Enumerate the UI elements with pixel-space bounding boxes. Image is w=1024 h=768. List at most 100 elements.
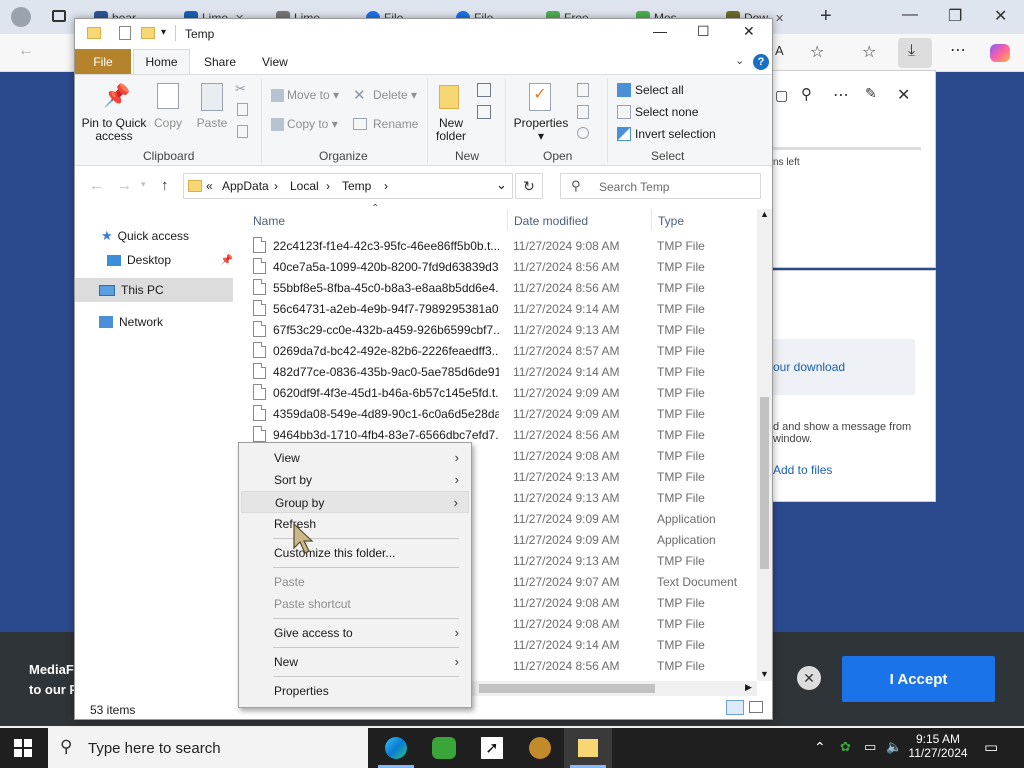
menu-item-view[interactable]: View ›	[241, 447, 469, 469]
copy-button[interactable]: Copy	[151, 117, 185, 130]
shortcut-app-icon[interactable]: ➚	[468, 728, 516, 768]
paste-shortcut-icon[interactable]	[237, 125, 248, 138]
menu-item-sort-by[interactable]: Sort by ›	[241, 469, 469, 491]
menu-item-customize[interactable]: Customize this folder...	[241, 542, 469, 564]
breadcrumb-local[interactable]: Local	[290, 179, 319, 193]
close-panel-icon[interactable]: ✕	[897, 85, 910, 105]
nav-item-network[interactable]: Network	[75, 310, 233, 334]
more-icon[interactable]: ⋯	[950, 40, 966, 60]
green-app-icon[interactable]	[420, 728, 468, 768]
file-row[interactable]: 0269da7d-bc42-492e-82b6-2226feaedff3....…	[247, 340, 762, 361]
paste-button[interactable]: Paste	[193, 117, 231, 130]
new-tab-button[interactable]: +	[820, 5, 832, 28]
taskbar-search[interactable]: ⚲ Type here to search	[48, 728, 368, 768]
title-bar[interactable]: ▾ Temp — ☐ ✕	[75, 19, 772, 49]
clock[interactable]: 9:15 AM 11/27/2024	[906, 732, 970, 760]
nav-item-this-pc[interactable]: This PC	[75, 278, 233, 302]
profile-avatar[interactable]	[11, 7, 31, 27]
search-box[interactable]: ⚲ Search Temp	[560, 173, 761, 199]
menu-item-properties[interactable]: Properties	[241, 680, 469, 702]
breadcrumb-temp[interactable]: Temp	[342, 179, 371, 193]
file-row[interactable]: 0620df9f-4f3e-45d1-b46a-6b57c145e5fd.t..…	[247, 382, 762, 403]
tab-file[interactable]: File	[75, 49, 131, 74]
file-row[interactable]: 482d77ce-0836-435b-9ac0-5ae785d6de91....…	[247, 361, 762, 382]
tab-home[interactable]: Home	[133, 49, 190, 74]
more-options-icon[interactable]: ⋯	[833, 85, 849, 105]
copilot-icon[interactable]	[990, 44, 1010, 62]
restore-browser-icon[interactable]: ❐	[948, 6, 962, 26]
close-browser-icon[interactable]: ✕	[994, 6, 1007, 26]
close-tab-icon[interactable]: ✕	[775, 12, 784, 25]
nav-item-quick-access[interactable]: ★ Quick access	[75, 224, 233, 248]
copy-to-button[interactable]: Copy to ▾	[287, 118, 338, 131]
column-divider[interactable]	[507, 209, 508, 231]
copy-path-icon[interactable]	[237, 103, 248, 116]
file-row[interactable]: 40ce7a5a-1099-420b-8200-7fd9d63839d3....…	[247, 256, 762, 277]
cookie-close-button[interactable]: ✕	[797, 666, 821, 690]
notifications-icon[interactable]: ▭	[984, 738, 998, 756]
tab-share[interactable]: Share	[204, 55, 236, 69]
address-bar[interactable]: « AppData › Local › Temp › ⌄	[183, 173, 513, 199]
minimize-browser-icon[interactable]: —	[902, 6, 918, 24]
new-folder-quick-icon[interactable]	[141, 27, 155, 39]
horizontal-scroll-thumb[interactable]	[479, 684, 655, 693]
search-downloads-icon[interactable]: ⚲	[801, 85, 812, 103]
refresh-button[interactable]: ↻	[515, 173, 543, 199]
customize-toolbar-icon[interactable]: ▾	[161, 27, 166, 38]
column-divider[interactable]	[651, 209, 652, 231]
back-arrow-icon[interactable]: ←	[89, 177, 104, 194]
menu-item-refresh[interactable]: Refresh	[241, 513, 469, 535]
file-row[interactable]: 56c64731-a2eb-4e9b-94f7-7989295381a0....…	[247, 298, 762, 319]
recent-locations-icon[interactable]: ▾	[141, 179, 146, 190]
back-icon[interactable]: ←	[18, 42, 34, 60]
menu-item-group-by[interactable]: Group by ›	[241, 491, 469, 513]
search-input[interactable]: Search Temp	[599, 180, 669, 194]
file-row[interactable]: 67f53c29-cc0e-432b-a459-926b6599cbf7....…	[247, 319, 762, 340]
cut-icon[interactable]: ✂	[235, 81, 246, 97]
edge-app-icon[interactable]	[372, 728, 420, 768]
file-row[interactable]: 55bbf8e5-8fba-45c0-b8a3-e8aa8b5dd6e4... 1…	[247, 277, 762, 298]
menu-item-new[interactable]: New ›	[241, 651, 469, 673]
tab-view[interactable]: View	[262, 55, 288, 69]
pin-icon[interactable]: ✎	[865, 85, 877, 102]
column-header-date[interactable]: Date modified	[514, 214, 588, 228]
move-to-button[interactable]: Move to ▾	[287, 89, 339, 102]
expand-ribbon-icon[interactable]: ⌄	[735, 54, 744, 67]
file-explorer-app-icon[interactable]	[564, 728, 612, 768]
invert-selection-button[interactable]: Invert selection	[635, 128, 716, 141]
edit-icon[interactable]	[577, 105, 589, 119]
open-icon[interactable]	[577, 83, 589, 97]
volume-icon[interactable]: 🔈	[886, 739, 902, 755]
up-arrow-icon[interactable]: ↑	[161, 177, 169, 194]
properties-quick-icon[interactable]	[119, 26, 131, 40]
easy-access-icon[interactable]	[477, 105, 491, 119]
forward-arrow-icon[interactable]: →	[117, 177, 132, 194]
new-item-icon[interactable]	[477, 83, 491, 97]
rename-button[interactable]: Rename	[373, 118, 418, 131]
details-view-icon[interactable]	[726, 700, 744, 715]
column-header-name[interactable]: Name	[253, 214, 285, 228]
add-to-files-link[interactable]: Add to files	[773, 463, 832, 477]
tray-app-icon[interactable]: ✿	[840, 739, 851, 755]
pin-to-quick-access-button[interactable]: Pin to Quick access	[81, 117, 147, 143]
properties-button[interactable]: Properties ▾	[513, 117, 569, 143]
new-folder-button[interactable]: New folder	[431, 117, 471, 143]
character-app-icon[interactable]	[516, 728, 564, 768]
tab-actions-icon[interactable]	[52, 10, 66, 22]
accept-cookies-button[interactable]: I Accept	[842, 656, 995, 702]
breadcrumb-appdata[interactable]: AppData	[222, 179, 269, 193]
menu-item-give-access[interactable]: Give access to ›	[241, 622, 469, 644]
select-none-button[interactable]: Select none	[635, 106, 698, 119]
scroll-right-icon[interactable]: ▶	[745, 682, 752, 693]
history-icon[interactable]	[577, 127, 589, 139]
start-button[interactable]	[14, 739, 32, 757]
open-folder-icon[interactable]: ▢	[775, 87, 788, 104]
read-aloud-icon[interactable]: A	[775, 43, 784, 58]
maximize-icon[interactable]: ☐	[697, 23, 710, 40]
delete-button[interactable]: Delete ▾	[373, 89, 417, 102]
favorite-star-icon[interactable]: ☆	[810, 42, 824, 62]
file-row[interactable]: 22c4123f-f1e4-42c3-95fc-46ee86ff5b0b.t..…	[247, 235, 762, 256]
file-row[interactable]: 4359da08-549e-4d89-90c1-6c0a6d5e28da... 1…	[247, 403, 762, 424]
column-header-type[interactable]: Type	[658, 214, 684, 228]
address-dropdown-icon[interactable]: ⌄	[496, 177, 507, 193]
